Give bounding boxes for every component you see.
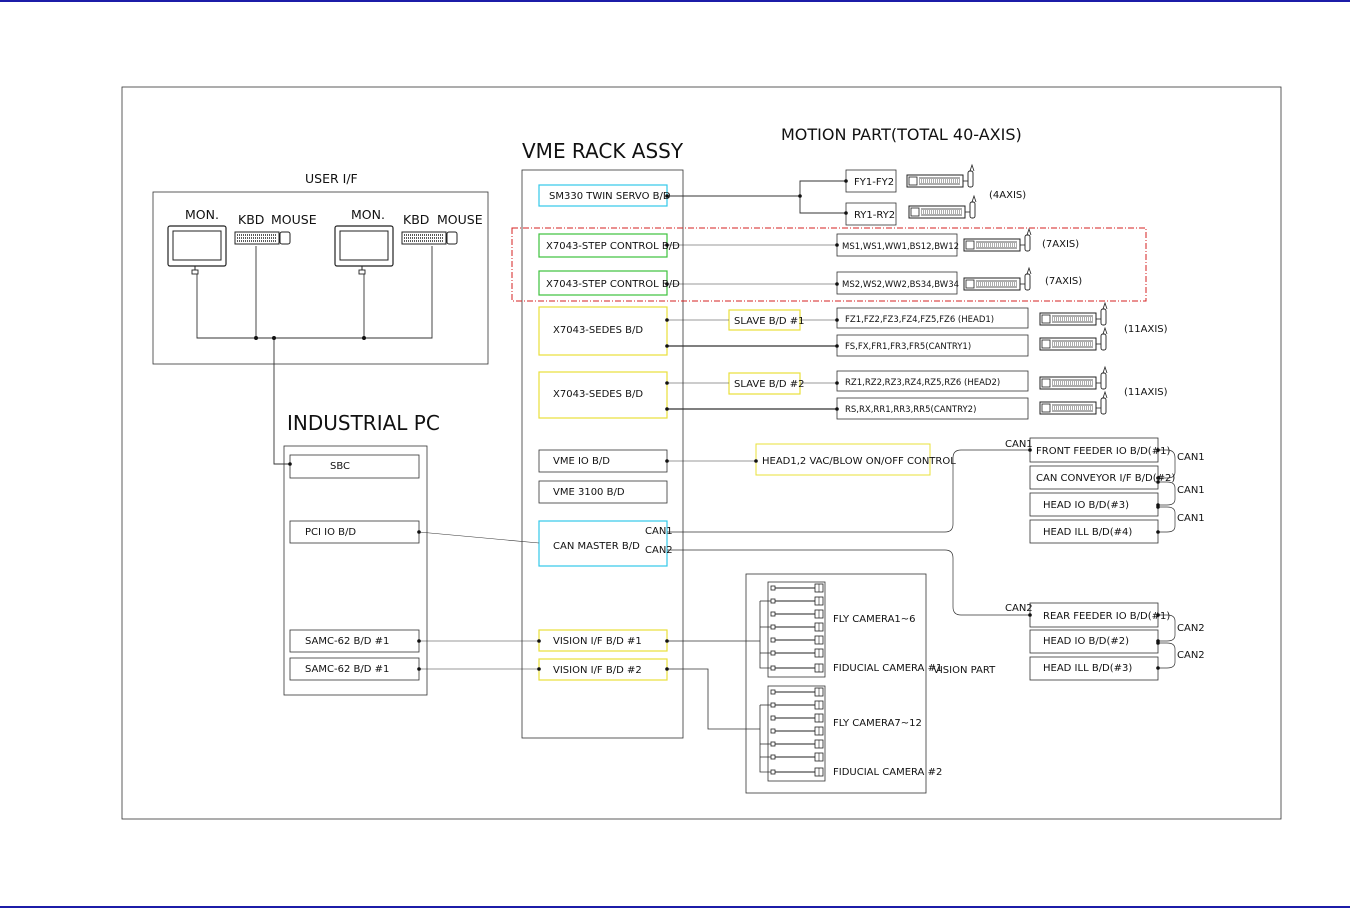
ry-servo-driver-icon (908, 195, 977, 219)
rz-label: RZ1,RZ2,RZ3,RZ4,RZ5,RZ6 (HEAD2) (845, 378, 1000, 388)
rz-driver-icon (1039, 366, 1108, 390)
samc-2-label: SAMC-62 B/D #1 (305, 664, 389, 675)
user-if-title: USER I/F (305, 171, 358, 186)
can2-link-2-label: CAN2 (1177, 650, 1205, 661)
can2-node-2-label: HEAD IO B/D(#2) (1043, 636, 1129, 647)
can1-port-label: CAN1 (645, 526, 673, 537)
camera-4-icon (770, 622, 824, 632)
camera-10-icon (770, 726, 824, 736)
camera-5-icon (770, 635, 824, 645)
camera-8-icon (770, 700, 824, 710)
fz-label: FZ1,FZ2,FZ3,FZ4,FZ5,FZ6 (HEAD1) (845, 315, 994, 325)
monitor-2-label: MON. (351, 207, 385, 222)
fiducial-camera-2-label: FIDUCIAL CAMERA #2 (833, 767, 942, 778)
pci-io-label: PCI IO B/D (305, 527, 356, 538)
can2-link-1-label: CAN2 (1177, 623, 1205, 634)
fly-camera-2-label: FLY CAMERA7~12 (833, 718, 922, 729)
camera-2-icon (770, 596, 824, 606)
can2-node-1-label: REAR FEEDER IO B/D(#1) (1043, 611, 1170, 622)
can-master-label: CAN MASTER B/D (553, 541, 640, 552)
camera-6-icon (770, 648, 824, 658)
can1-link-1-label: CAN1 (1177, 452, 1205, 463)
can2-node-3-label: HEAD ILL B/D(#3) (1043, 663, 1132, 674)
step-control-1-label: X7043-STEP CONTROL B/D (546, 241, 680, 252)
fs-driver-icon (1039, 327, 1108, 351)
mouse-2-icon (446, 231, 458, 245)
ms2-label: MS2,WS2,WW2,BS34,BW34 (842, 280, 959, 290)
mouse-1-label: MOUSE (271, 212, 317, 227)
vision-part-panel (745, 573, 927, 794)
ms1-label: MS1,WS1,WW1,BS12,BW12 (842, 242, 959, 252)
camera-11-icon (770, 739, 824, 749)
slave-2-label: SLAVE B/D #2 (734, 379, 805, 390)
can1-link-3-label: CAN1 (1177, 513, 1205, 524)
fiducial-camera-2-icon (770, 767, 824, 777)
fiducial-camera-1-icon (770, 663, 824, 673)
rs-driver-icon (1039, 391, 1108, 415)
camera-7-icon (770, 687, 824, 697)
vme-rack-title: VME RACK ASSY (522, 139, 684, 163)
step-control-2-label: X7043-STEP CONTROL B/D (546, 279, 680, 290)
vme-3100-label: VME 3100 B/D (553, 487, 625, 498)
fiducial-camera-1-label: FIDUCIAL CAMERA #1 (833, 663, 942, 674)
vme-io-label: VME IO B/D (553, 456, 610, 467)
vme-rack-panel (521, 169, 684, 739)
keyboard-1-label: KBD (238, 212, 264, 227)
can2-top-label: CAN2 (1005, 603, 1033, 614)
keyboard-2-label: KBD (403, 212, 429, 227)
can1-node-1-label: FRONT FEEDER IO B/D(#1) (1036, 446, 1170, 457)
axis-4-label: (4AXIS) (989, 190, 1026, 201)
monitor-2-icon (334, 225, 394, 275)
monitor-1-icon (167, 225, 227, 275)
vision-if-1-label: VISION I/F B/D #1 (553, 636, 642, 647)
sm330-label: SM330 TWIN SERVO B/D (549, 191, 671, 202)
sbc-block (289, 454, 420, 479)
sedes-1-label: X7043-SEDES B/D (553, 325, 643, 336)
pc-rack-wiring (418, 531, 540, 670)
axis-7b-label: (7AXIS) (1045, 276, 1082, 287)
ry-label: RY1-RY2 (854, 210, 895, 221)
vision-part-title: VISION PART (933, 665, 996, 676)
sbc-label: SBC (330, 461, 350, 472)
can2-port-label: CAN2 (645, 545, 673, 556)
axis-11b-label: (11AXIS) (1124, 387, 1168, 398)
can1-node-2-label: CAN CONVEYOR I/F B/D(#2) (1036, 473, 1175, 484)
fly-camera-1-label: FLY CAMERA1~6 (833, 614, 916, 625)
can1-link-2-label: CAN1 (1177, 485, 1205, 496)
rs-label: RS,RX,RR1,RR3,RR5(CANTRY2) (845, 405, 976, 415)
axis-11a-label: (11AXIS) (1124, 324, 1168, 335)
industrial-pc-title: INDUSTRIAL PC (287, 411, 440, 435)
camera-12-icon (770, 752, 824, 762)
can1-top-label: CAN1 (1005, 439, 1033, 450)
can1-node-3-label: HEAD IO B/D(#3) (1043, 500, 1129, 511)
camera-1-icon (770, 583, 824, 593)
sedes-2-label: X7043-SEDES B/D (553, 389, 643, 400)
samc-1-label: SAMC-62 B/D #1 (305, 636, 389, 647)
vision-wiring (667, 600, 771, 773)
axis-7a-label: (7AXIS) (1042, 239, 1079, 250)
system-block-diagram: USER I/F MON. KBD MOUSE MON. KBD MOUSE I… (121, 86, 1282, 820)
ms1-step-driver-icon (963, 228, 1032, 252)
fz-driver-icon (1039, 302, 1108, 326)
keyboard-2-icon (401, 231, 447, 245)
vac-control-label: HEAD1,2 VAC/BLOW ON/OFF CONTROL (762, 456, 956, 467)
mouse-2-label: MOUSE (437, 212, 483, 227)
slave-1-label: SLAVE B/D #1 (734, 316, 805, 327)
keyboard-1-icon (234, 231, 280, 245)
vision-if-2-label: VISION I/F B/D #2 (553, 665, 642, 676)
fy-servo-driver-icon (906, 164, 975, 188)
monitor-1-label: MON. (185, 207, 219, 222)
fs-label: FS,FX,FR1,FR3,FR5(CANTRY1) (845, 342, 971, 352)
camera-3-icon (770, 609, 824, 619)
motion-part-title: MOTION PART(TOTAL 40-AXIS) (781, 125, 1022, 144)
fy-label: FY1-FY2 (854, 177, 894, 188)
ms2-step-driver-icon (963, 267, 1032, 291)
can1-node-4-label: HEAD ILL B/D(#4) (1043, 527, 1132, 538)
mouse-1-icon (279, 231, 291, 245)
camera-9-icon (770, 713, 824, 723)
